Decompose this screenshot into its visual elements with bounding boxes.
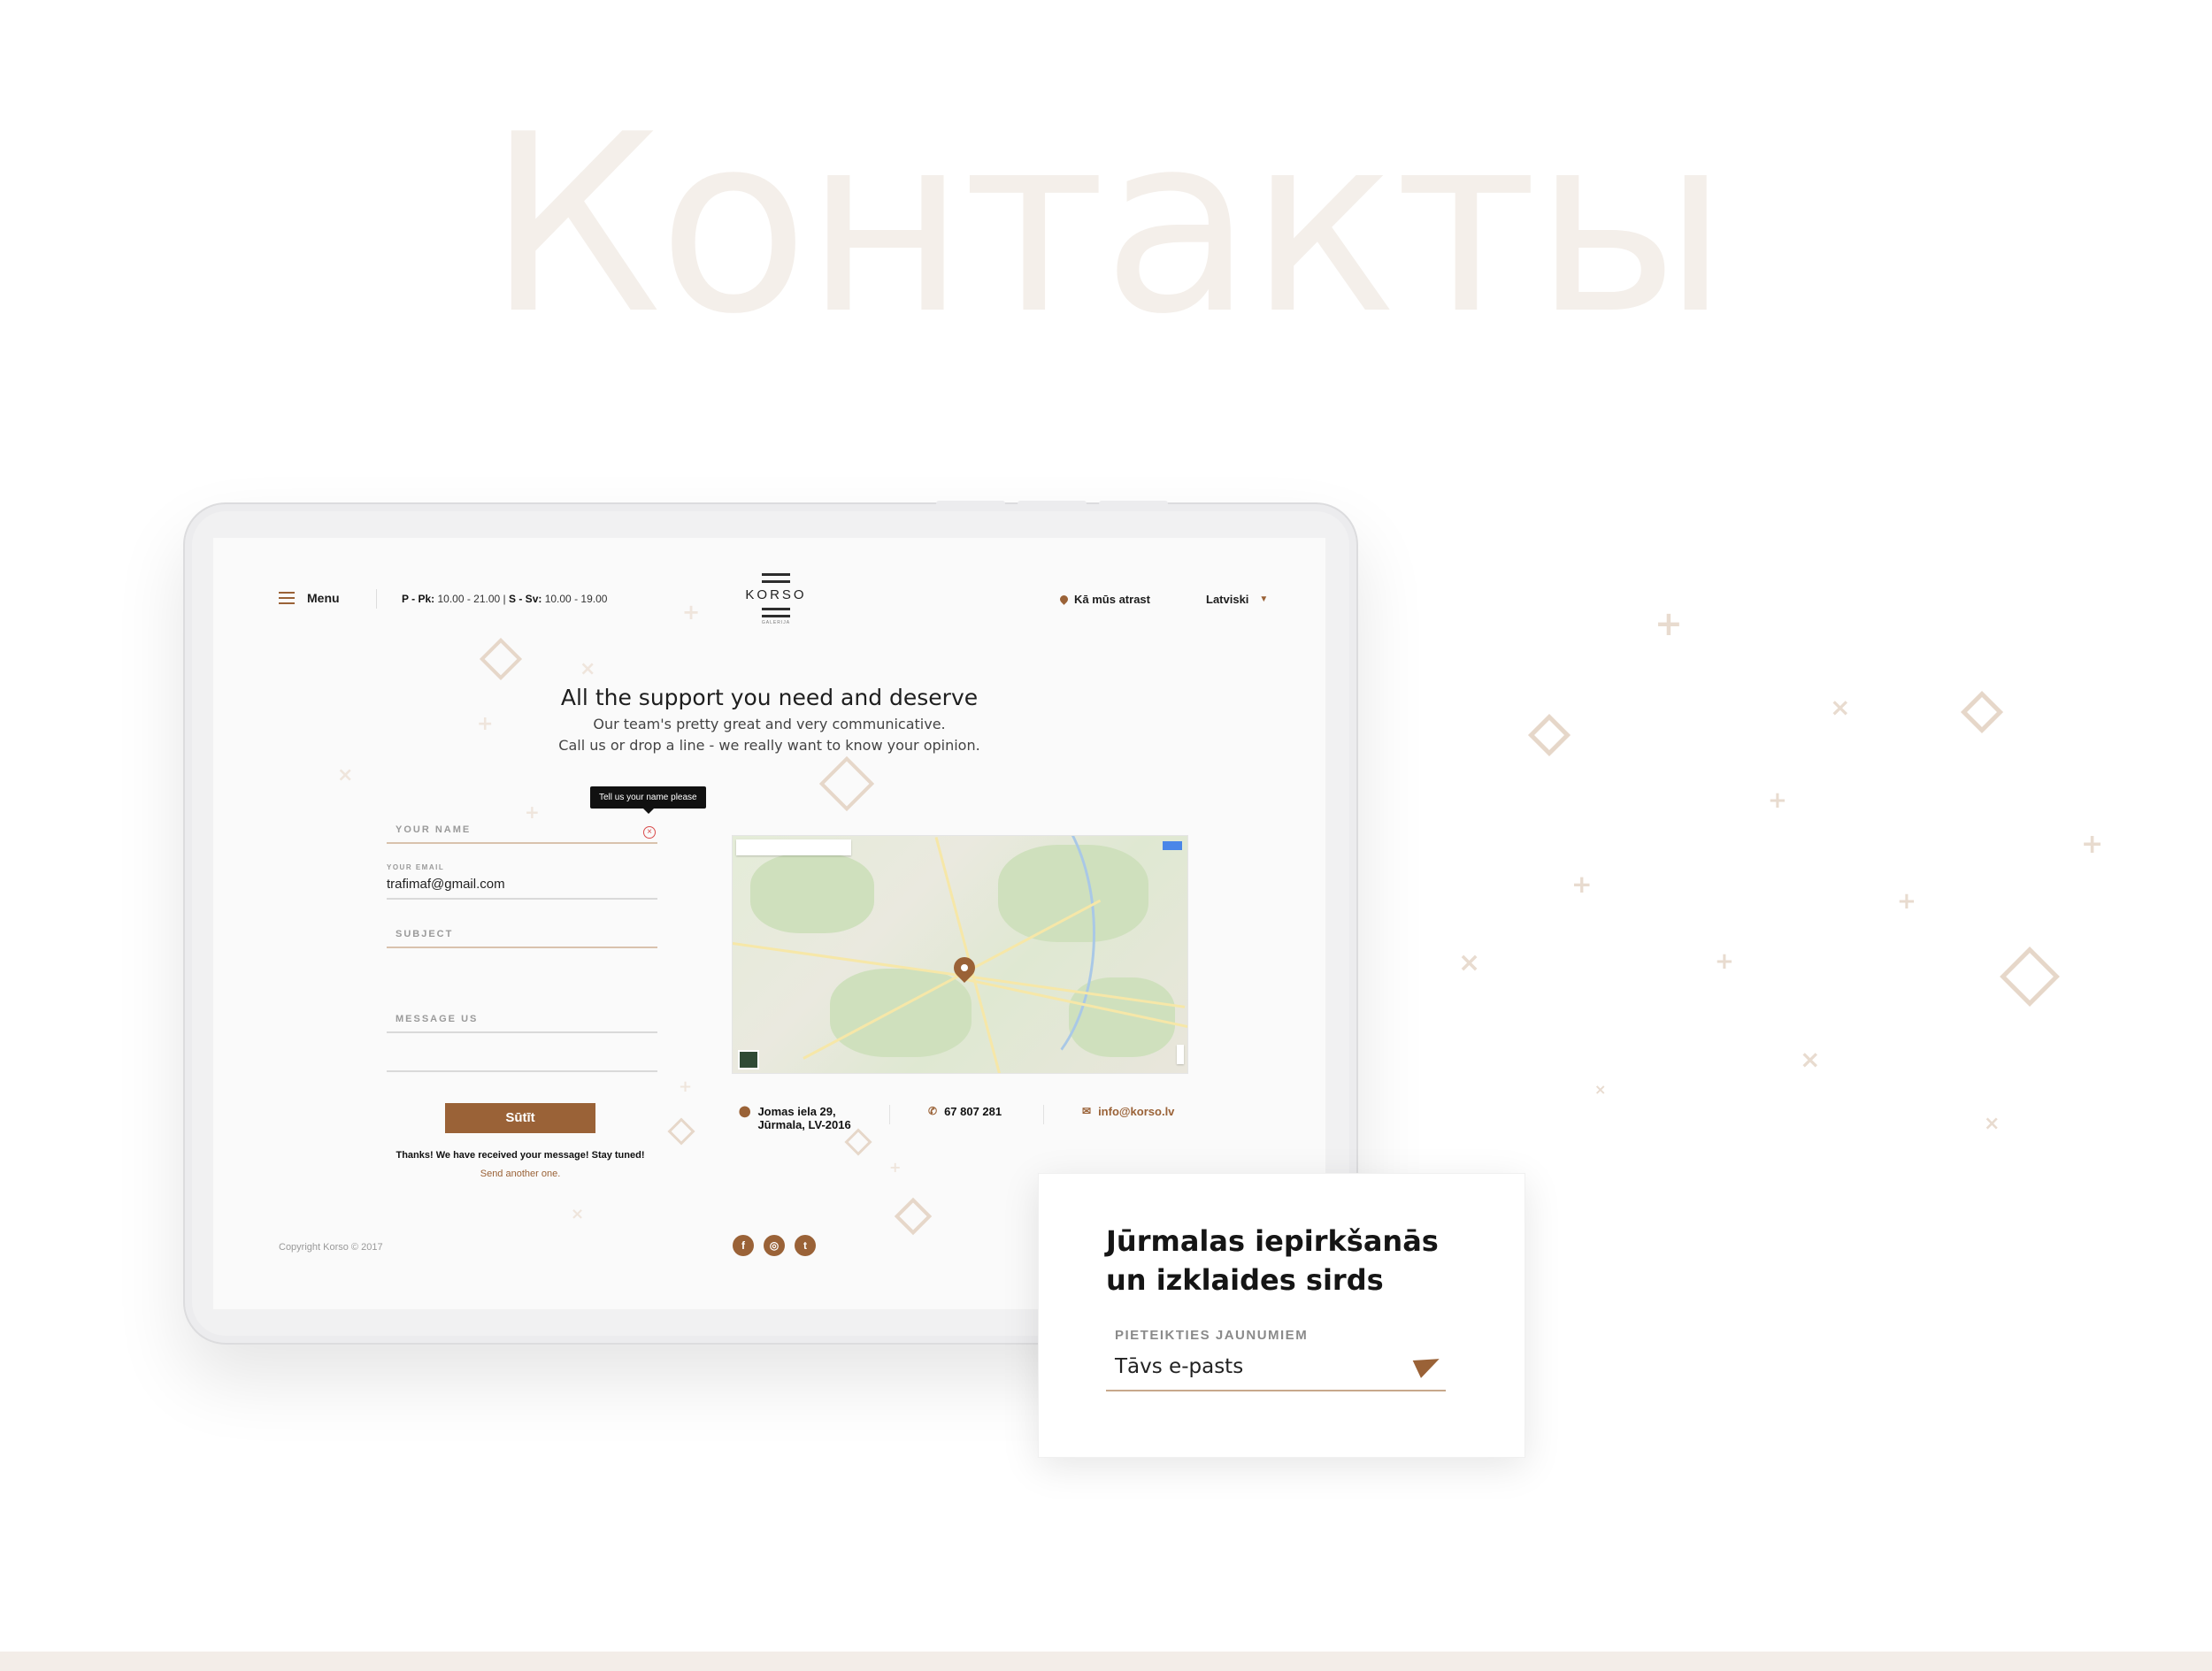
decor-x: × — [1830, 693, 1851, 722]
send-button[interactable]: Sūtīt — [445, 1103, 595, 1133]
newsletter-card: Jūrmalas iepirkšanās un izklaides sirds … — [1038, 1173, 1525, 1458]
footer-strip — [0, 1652, 2212, 1671]
name-field[interactable]: YOUR NAME × — [387, 824, 657, 844]
hours-separator: | — [503, 593, 506, 605]
decor-plus: + — [1715, 948, 1734, 975]
newsletter-input-underline — [1106, 1390, 1446, 1391]
decor-diamond — [844, 1128, 872, 1156]
hero-title: Контакты — [487, 81, 1729, 368]
decor-x: × — [571, 1205, 585, 1223]
decor-x: × — [1594, 1081, 1607, 1098]
subject-placeholder: SUBJECT — [396, 929, 454, 939]
email-field[interactable]: YOUR EMAIL trafimaf@gmail.com — [387, 863, 657, 900]
message-placeholder: MESSAGE US — [396, 1014, 479, 1024]
newsletter-email-input[interactable]: Tāvs e-pasts — [1115, 1355, 1243, 1378]
decor-x: × — [580, 658, 596, 680]
decor-plus: + — [525, 801, 540, 823]
newsletter-title: Jūrmalas iepirkšanās un izklaides sirds — [1106, 1224, 1439, 1297]
decor-diamond — [667, 1117, 695, 1146]
decor-plus: + — [679, 1077, 693, 1096]
location-pin-icon — [1058, 594, 1070, 605]
address-line2: Jūrmala, LV-2016 — [757, 1118, 851, 1131]
hours-weekend-value: 10.00 - 19.00 — [544, 593, 608, 605]
decor-plus: + — [2081, 829, 2104, 860]
tablet-buttons — [936, 501, 1168, 506]
map-zoom-control[interactable] — [1177, 1045, 1184, 1064]
decor-diamond — [1527, 713, 1571, 757]
decor-diamond — [2000, 947, 2060, 1007]
location-pin-icon: ⬤ — [739, 1105, 751, 1117]
menu-button[interactable]: Menu — [279, 591, 340, 605]
phone-number: 67 807 281 — [944, 1105, 1002, 1118]
error-icon: × — [643, 826, 656, 839]
instagram-icon[interactable]: ◎ — [764, 1235, 785, 1256]
hours-weekdays-label: P - Pk: — [402, 593, 435, 605]
decor-plus: + — [1571, 870, 1593, 899]
hours-weekdays-value: 10.00 - 21.00 — [437, 593, 501, 605]
hamburger-icon — [279, 592, 295, 604]
hours-weekend-label: S - Sv: — [509, 593, 542, 605]
name-placeholder: YOUR NAME — [396, 824, 472, 835]
menu-label: Menu — [307, 591, 340, 605]
info-divider — [1043, 1105, 1044, 1124]
map-type-button[interactable] — [1163, 841, 1182, 850]
contact-subtitle-line2: Call us or drop a line - we really want … — [558, 737, 980, 754]
decor-plus: + — [889, 1159, 902, 1176]
email-info[interactable]: ✉ info@korso.lv — [1082, 1105, 1174, 1118]
contact-heading: All the support you need and deserve — [560, 685, 979, 710]
email-label: YOUR EMAIL — [387, 863, 445, 871]
map-search-box[interactable] — [736, 839, 851, 855]
contact-subtitle-line1: Our team's pretty great and very communi… — [593, 716, 946, 732]
decor-plus: + — [1655, 604, 1683, 643]
decor-x: × — [1984, 1113, 2001, 1135]
decor-plus: + — [682, 600, 701, 625]
address-info: ⬤ Jomas iela 29, Jūrmala, LV-2016 — [739, 1105, 851, 1131]
decor-plus: + — [1897, 888, 1916, 915]
subject-field[interactable]: SUBJECT — [387, 929, 657, 948]
decor-x: × — [337, 764, 354, 786]
location-map[interactable] — [732, 835, 1188, 1074]
address-line1: Jomas iela 29, — [757, 1105, 836, 1118]
name-error-tooltip: Tell us your name please — [590, 786, 706, 814]
email-address: info@korso.lv — [1098, 1105, 1175, 1118]
send-another-link[interactable]: Send another one. — [323, 1169, 718, 1179]
facebook-icon[interactable]: f — [733, 1235, 754, 1256]
logo-tagline: GALERIJA — [761, 620, 791, 625]
info-divider — [889, 1105, 890, 1124]
language-label: Latviski — [1206, 593, 1249, 606]
logo-name: KORSO — [745, 587, 807, 602]
decor-plus: + — [1768, 787, 1787, 814]
opening-hours: P - Pk: 10.00 - 21.00 | S - Sv: 10.00 - … — [402, 593, 607, 605]
decor-x: × — [1458, 947, 1481, 978]
success-message: Thanks! We have received your message! S… — [396, 1150, 645, 1161]
language-selector[interactable]: Latviski ▼ — [1206, 593, 1268, 606]
phone-icon: ✆ — [928, 1105, 938, 1117]
map-satellite-toggle[interactable] — [738, 1050, 759, 1069]
message-field[interactable]: MESSAGE US — [387, 1014, 657, 1072]
nav-divider — [376, 589, 377, 609]
decor-diamond — [818, 755, 875, 812]
decor-diamond — [479, 637, 523, 681]
decor-diamond — [1960, 690, 2004, 734]
decor-diamond — [894, 1197, 933, 1236]
email-value: trafimaf@gmail.com — [387, 877, 505, 892]
paper-plane-send-icon[interactable] — [1412, 1350, 1444, 1378]
phone-info[interactable]: ✆ 67 807 281 — [928, 1105, 1002, 1118]
copyright: Copyright Korso © 2017 — [279, 1242, 383, 1253]
newsletter-label: PIETEIKTIES JAUNUMIEM — [1115, 1328, 1309, 1343]
chevron-down-icon: ▼ — [1259, 594, 1269, 604]
find-us-link[interactable]: Kā mūs atrast — [1058, 593, 1150, 606]
envelope-icon: ✉ — [1082, 1105, 1092, 1117]
find-us-label: Kā mūs atrast — [1074, 593, 1150, 606]
twitter-icon[interactable]: t — [795, 1235, 816, 1256]
korso-logo[interactable]: KORSO GALERIJA — [742, 573, 810, 625]
decor-x: × — [1800, 1045, 1821, 1074]
